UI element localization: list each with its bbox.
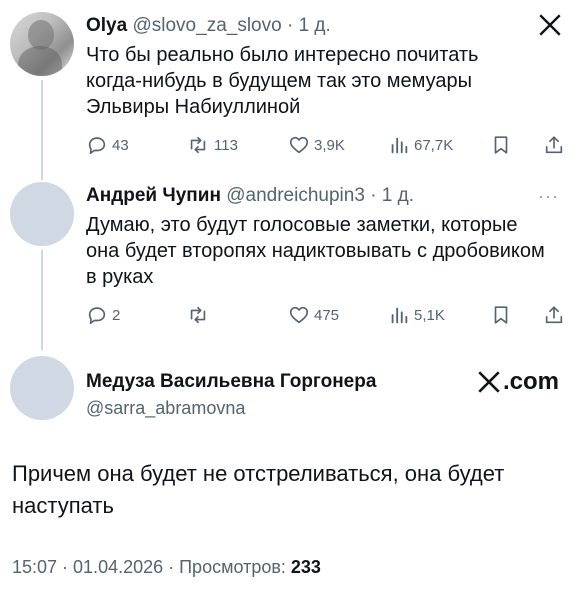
like-count: 3,9K [314,136,345,154]
like-button[interactable]: 475 [288,304,339,326]
views-count: 233 [290,557,321,577]
reply-icon [88,307,106,325]
action-bar: 2 475 5,1K [86,304,566,330]
bookmark-icon [494,136,508,154]
reply-icon [88,137,106,155]
reply-count: 43 [112,136,129,154]
thread-line [41,250,43,350]
tweet-text: Думаю, это будут голосовые заметки, кото… [86,214,545,288]
share-button[interactable] [543,134,565,156]
bookmark-icon [494,306,508,324]
views-button[interactable]: 5,1K [388,304,445,326]
author-name[interactable]: Андрей Чупин [86,185,221,206]
tweet-text: Причем она будет не отстреливаться, она … [12,461,505,518]
action-bar: 43 113 3,9K 67,7K [86,134,566,160]
reply-tweet[interactable]: Olya @slovo_za_slovo · 1 д. Что бы реаль… [86,14,567,120]
author-handle[interactable]: @slovo_za_slovo [132,15,281,36]
avatar[interactable] [10,356,74,420]
x-logo-icon [478,371,500,393]
bookmark-button[interactable] [490,134,512,156]
reply-button[interactable]: 43 [86,134,129,156]
tweet-text: Что бы реально было интересно почитать к… [86,44,479,118]
avatar[interactable] [10,12,74,76]
like-button[interactable]: 3,9K [288,134,345,156]
reply-tweet[interactable]: Андрей Чупин @andreichupin3 · 1 д. Думаю… [86,184,567,290]
post-time[interactable]: · 1 д. [370,185,414,206]
brand-domain: .com [502,368,559,395]
x-com-brand: .com [476,368,559,396]
like-count: 475 [314,306,340,324]
retweet-icon [190,136,206,154]
avatar[interactable] [10,182,74,246]
author-name[interactable]: Olya [86,15,127,36]
more-options-button[interactable]: ··· [538,186,559,207]
tweet-footer: 15:07 · 01.04.2026 · Просмотров: 233 [12,557,321,578]
author-handle[interactable]: @andreichupin3 [226,185,365,206]
bar-chart-icon [391,137,408,154]
reply-count: 2 [112,306,121,324]
reply-button[interactable]: 2 [86,304,120,326]
share-icon [545,136,563,154]
retweet-count: 113 [214,136,238,154]
author-handle[interactable]: @sarra_abramovna [86,398,245,419]
views-button[interactable]: 67,7K [388,134,453,156]
timestamp[interactable]: 15:07 · 01.04.2026 · Просмотров: [12,557,291,577]
bar-chart-icon [391,307,408,324]
post-time[interactable]: · 1 д. [287,15,331,36]
views-count: 5,1K [414,306,445,324]
share-icon [545,306,563,324]
thread-line [41,80,43,180]
share-button[interactable] [543,304,565,326]
bookmark-button[interactable] [490,304,512,326]
author-name[interactable]: Медуза Васильевна Горгонера [86,371,376,393]
heart-icon [289,136,309,154]
retweet-button[interactable] [186,304,214,326]
retweet-icon [190,306,206,324]
heart-icon [289,306,309,324]
views-count: 67,7K [414,136,454,154]
retweet-button[interactable]: 113 [186,134,238,156]
